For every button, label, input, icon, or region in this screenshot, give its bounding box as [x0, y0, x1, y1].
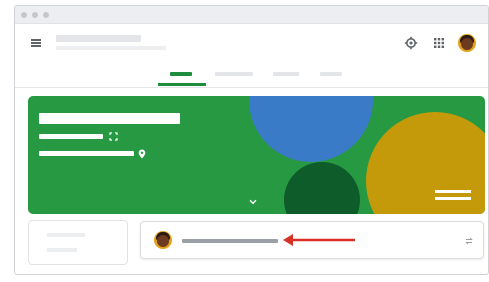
tab-grades[interactable]	[320, 72, 342, 76]
banner-dark-circle	[284, 162, 360, 214]
location-pin-icon[interactable]	[138, 149, 146, 159]
app-header	[15, 24, 488, 64]
hamburger-menu-icon[interactable]	[31, 39, 41, 47]
window-titlebar	[15, 6, 488, 24]
tab-stream[interactable]	[170, 72, 192, 76]
upcoming-card	[28, 220, 128, 265]
upcoming-text-placeholder	[47, 248, 77, 252]
tab-people[interactable]	[273, 72, 299, 76]
tab-bar	[15, 64, 488, 88]
close-dot[interactable]	[21, 12, 27, 18]
active-tab-indicator	[158, 83, 206, 86]
apps-grid-icon[interactable]	[432, 36, 446, 50]
fullscreen-icon[interactable]	[109, 132, 118, 141]
banner-class-name-placeholder	[39, 113, 180, 124]
banner-class-code-placeholder	[39, 134, 103, 139]
class-title-placeholder	[56, 35, 141, 42]
class-subtitle-placeholder	[56, 46, 166, 50]
banner-meet-link-placeholder	[39, 151, 134, 156]
chevron-down-icon[interactable]	[249, 199, 257, 205]
tab-classwork[interactable]	[215, 72, 253, 76]
announce-card[interactable]	[140, 221, 484, 259]
announce-prompt-placeholder[interactable]	[182, 239, 278, 243]
class-banner	[28, 96, 485, 214]
upcoming-title-placeholder	[47, 233, 85, 237]
menu-lines-icon[interactable]	[435, 190, 471, 204]
browser-window	[14, 5, 489, 275]
minimize-dot[interactable]	[32, 12, 38, 18]
banner-blue-circle	[249, 96, 373, 162]
gear-icon[interactable]	[404, 36, 418, 50]
annotation-arrow-icon	[283, 234, 355, 246]
repost-icon[interactable]	[464, 236, 474, 246]
account-avatar[interactable]	[458, 34, 476, 52]
maximize-dot[interactable]	[43, 12, 49, 18]
post-avatar	[154, 231, 172, 249]
